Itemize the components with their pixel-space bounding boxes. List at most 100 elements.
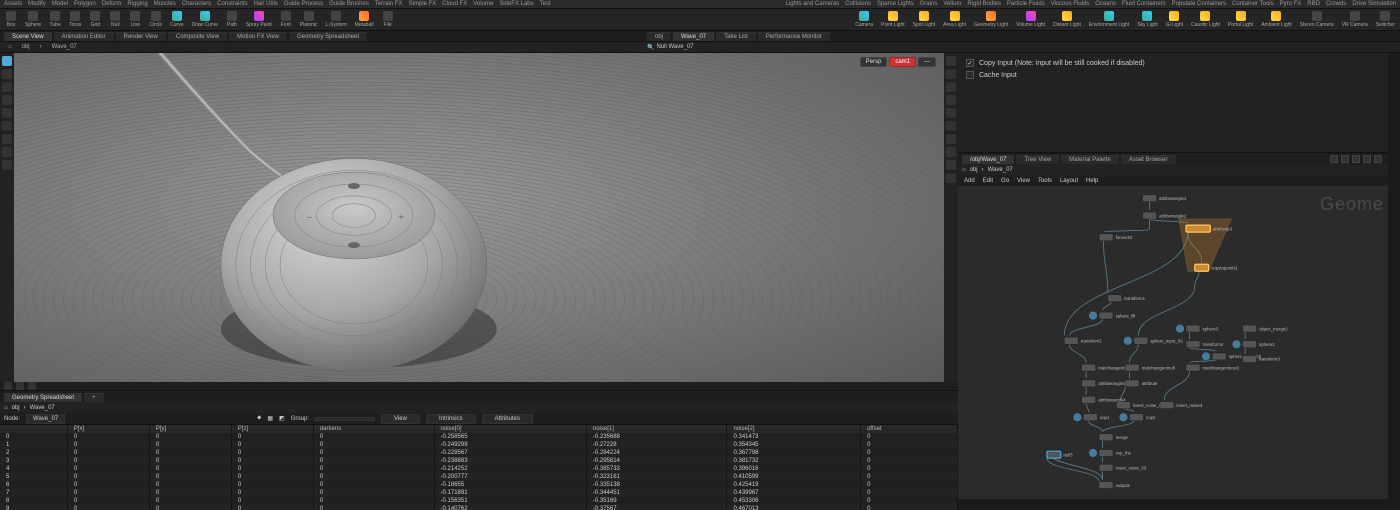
menu-polygon[interactable]: Polygon xyxy=(74,1,96,7)
tab-r-obj[interactable]: obj xyxy=(647,32,671,41)
path-seg-current[interactable]: Wave_07 xyxy=(48,44,81,50)
net-menu-view[interactable]: View xyxy=(1017,178,1030,184)
shelf-curve[interactable]: Curve xyxy=(167,11,186,28)
menu-container-tools[interactable]: Container Tools xyxy=(1232,1,1274,7)
menu-grains[interactable]: Grains xyxy=(920,1,938,7)
tab-r-performance-monitor[interactable]: Performance Monitor xyxy=(758,32,830,41)
shelf-path[interactable]: Path xyxy=(223,11,241,28)
net-path-obj[interactable]: obj xyxy=(970,167,978,173)
vp-pill-more[interactable]: — xyxy=(918,57,936,67)
disp-opt-9[interactable] xyxy=(946,160,956,170)
menu-lights-and-cameras[interactable]: Lights and Cameras xyxy=(786,1,840,7)
disp-opt-2[interactable] xyxy=(946,69,956,79)
net-home-icon[interactable]: ⌂ xyxy=(962,167,966,173)
table-row[interactable]: 40000-0.214252-0.3857330.3960160 xyxy=(0,465,958,473)
ss-attributes-select[interactable]: Attributes xyxy=(482,414,533,424)
shelf-circle[interactable]: Circle xyxy=(146,11,165,28)
render-tool[interactable] xyxy=(2,160,12,170)
shelf-metaball[interactable]: Metaball xyxy=(352,11,377,28)
menu-crowds[interactable]: Crowds xyxy=(1326,1,1346,7)
menu-terrain-fx[interactable]: Terrain FX xyxy=(375,1,403,7)
disp-opt-3[interactable] xyxy=(946,82,956,92)
ss-group-field[interactable] xyxy=(315,417,375,421)
disp-opt-7[interactable] xyxy=(946,134,956,144)
menu-drive-simulation[interactable]: Drive Simulation xyxy=(1352,1,1396,7)
menu-particle-fluids[interactable]: Particle Fluids xyxy=(1007,1,1045,7)
handle-tool[interactable] xyxy=(2,108,12,118)
menu-sidefx-labs[interactable]: SideFX Labs xyxy=(499,1,533,7)
tab-r-wave_07[interactable]: Wave_07 xyxy=(673,32,714,41)
table-row[interactable]: 50000-0.200777-0.3231610.4105990 xyxy=(0,473,958,481)
param-copy-input[interactable]: ✓ Copy Input (Note: input will be still … xyxy=(966,59,1380,67)
menu-simple-fx[interactable]: Simple FX xyxy=(409,1,437,7)
table-row[interactable]: 70000-0.171891-0.3444510.4399670 xyxy=(0,489,958,497)
shelf-point-light[interactable]: Point Light xyxy=(878,11,908,28)
shelf-grid[interactable]: Grid xyxy=(86,11,104,28)
shelf-geometry-light[interactable]: Geometry Light xyxy=(971,11,1011,28)
tab-composite-view[interactable]: Composite View xyxy=(168,32,227,41)
net-menu-layout[interactable]: Layout xyxy=(1060,178,1078,184)
shelf-platonic[interactable]: Platonic xyxy=(297,11,321,28)
menu-fluid-containers[interactable]: Fluid Containers xyxy=(1122,1,1166,7)
menu-viscous-fluids[interactable]: Viscous Fluids xyxy=(1051,1,1090,7)
disp-opt-10[interactable] xyxy=(946,173,956,183)
disp-opt-1[interactable] xyxy=(946,56,956,66)
shelf-font[interactable]: Font xyxy=(277,11,295,28)
ss-mode-points-icon[interactable]: ⬥ xyxy=(257,415,261,422)
net-tool-3[interactable] xyxy=(1352,155,1360,163)
scale-tool[interactable] xyxy=(2,95,12,105)
menu-pyro-fx[interactable]: Pyro FX xyxy=(1280,1,1302,7)
net-menu-add[interactable]: Add xyxy=(964,178,975,184)
tab-scene-view[interactable]: Scene View xyxy=(4,32,52,41)
shelf-volume-light[interactable]: Volume Light xyxy=(1013,11,1048,28)
disp-opt-5[interactable] xyxy=(946,108,956,118)
vb-2[interactable] xyxy=(16,382,24,390)
shelf-box[interactable]: Box xyxy=(2,11,20,28)
menu-rigid-bodies[interactable]: Rigid Bodies xyxy=(967,1,1001,7)
shelf-null[interactable]: Null xyxy=(106,11,124,28)
shelf-camera[interactable]: Camera xyxy=(852,11,876,28)
net-menu-help[interactable]: Help xyxy=(1086,178,1098,184)
ss-home-icon[interactable]: ⌂ xyxy=(4,405,8,411)
menu-model[interactable]: Model xyxy=(52,1,68,7)
ss-node-field[interactable]: Wave_07 xyxy=(26,414,65,424)
shelf-line[interactable]: Line xyxy=(126,11,144,28)
select-tool[interactable] xyxy=(2,56,12,66)
vp-pill-cam[interactable]: cam1 xyxy=(889,57,916,67)
shelf-area-light[interactable]: Area Light xyxy=(940,11,969,28)
path-seg-obj[interactable]: obj xyxy=(18,44,34,50)
shelf-gi-light[interactable]: Gi Light xyxy=(1163,11,1186,28)
shelf-spray-paint[interactable]: Spray Paint xyxy=(243,11,275,28)
menu-volume[interactable]: Volume xyxy=(473,1,493,7)
net-tab-1[interactable]: Tree View xyxy=(1016,155,1059,164)
tab-geometry-spreadsheet[interactable]: Geometry Spreadsheet xyxy=(289,32,367,41)
menu-rbd[interactable]: RBD xyxy=(1307,1,1320,7)
menu-guide-process[interactable]: Guide Process xyxy=(284,1,323,7)
shelf-tube[interactable]: Tube xyxy=(46,11,64,28)
table-row[interactable]: 60000-0.18655-0.3351380.4254190 xyxy=(0,481,958,489)
net-tab-2[interactable]: Material Palette xyxy=(1061,155,1119,164)
menu-hair-utils[interactable]: Hair Utils xyxy=(253,1,277,7)
menu-populate-containers[interactable]: Populate Containers xyxy=(1172,1,1226,7)
menu-modify[interactable]: Modify xyxy=(28,1,46,7)
shelf-distant-light[interactable]: Distant Light xyxy=(1050,11,1084,28)
shelf-environment-light[interactable]: Environment Light xyxy=(1086,11,1132,28)
move-tool[interactable] xyxy=(2,69,12,79)
scene-viewport[interactable]: − + Persp cam1 — xyxy=(14,53,944,382)
tab-motion-fx-view[interactable]: Motion FX View xyxy=(229,32,287,41)
table-row[interactable]: 30000-0.238883-0.2958140.3817320 xyxy=(0,457,958,465)
net-tab-3[interactable]: Asset Browser xyxy=(1121,155,1176,164)
vb-1[interactable] xyxy=(4,382,12,390)
menu-assets[interactable]: Assets xyxy=(4,1,22,7)
snap-tool[interactable] xyxy=(2,134,12,144)
ss-path-cur[interactable]: Wave_07 xyxy=(30,405,55,411)
net-menu-go[interactable]: Go xyxy=(1001,178,1009,184)
menu-deform[interactable]: Deform xyxy=(102,1,122,7)
ss-tab-add[interactable]: + xyxy=(84,393,104,402)
net-menu-edit[interactable]: Edit xyxy=(983,178,993,184)
path-home-icon[interactable]: ⌂ xyxy=(4,44,16,50)
network-view[interactable]: /obj/Wave_07Tree ViewMaterial PaletteAss… xyxy=(958,153,1388,499)
ss-mode-prims-icon[interactable]: ◩ xyxy=(279,415,285,422)
menu-sparse-lights[interactable]: Sparse Lights xyxy=(877,1,914,7)
menu-cloud-fx[interactable]: Cloud FX xyxy=(442,1,467,7)
